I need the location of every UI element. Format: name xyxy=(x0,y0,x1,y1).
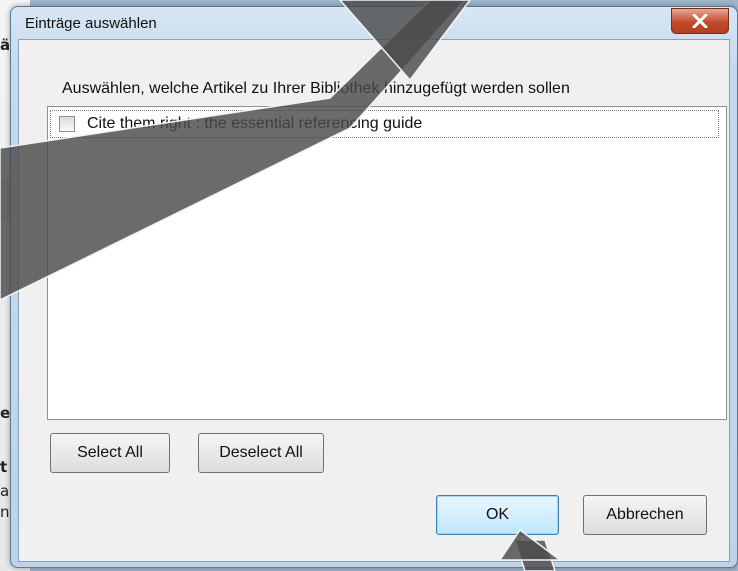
item-label: Cite them right : the essential referenc… xyxy=(87,115,423,132)
select-all-button[interactable]: Select All xyxy=(50,433,170,473)
close-icon xyxy=(692,14,708,28)
cancel-button[interactable]: Abbrechen xyxy=(583,495,707,535)
select-items-dialog: Einträge auswählen Auswählen, welche Art… xyxy=(10,6,738,568)
dialog-client-area: Auswählen, welche Artikel zu Ihrer Bibli… xyxy=(18,39,730,562)
background-text: e xyxy=(0,404,11,422)
deselect-all-button[interactable]: Deselect All xyxy=(198,433,324,473)
background-text: a xyxy=(0,482,10,500)
dialog-title: Einträge auswählen xyxy=(25,15,157,32)
items-list[interactable]: Cite them right : the essential referenc… xyxy=(47,106,727,420)
background-text: t xyxy=(0,458,8,476)
item-checkbox[interactable] xyxy=(59,116,75,132)
close-button[interactable] xyxy=(671,8,729,34)
background-text: ä xyxy=(0,36,11,54)
title-bar[interactable]: Einträge auswählen xyxy=(11,7,737,37)
list-item[interactable]: Cite them right : the essential referenc… xyxy=(50,110,719,138)
ok-button[interactable]: OK xyxy=(436,495,559,535)
instruction-text: Auswählen, welche Artikel zu Ihrer Bibli… xyxy=(62,80,570,97)
